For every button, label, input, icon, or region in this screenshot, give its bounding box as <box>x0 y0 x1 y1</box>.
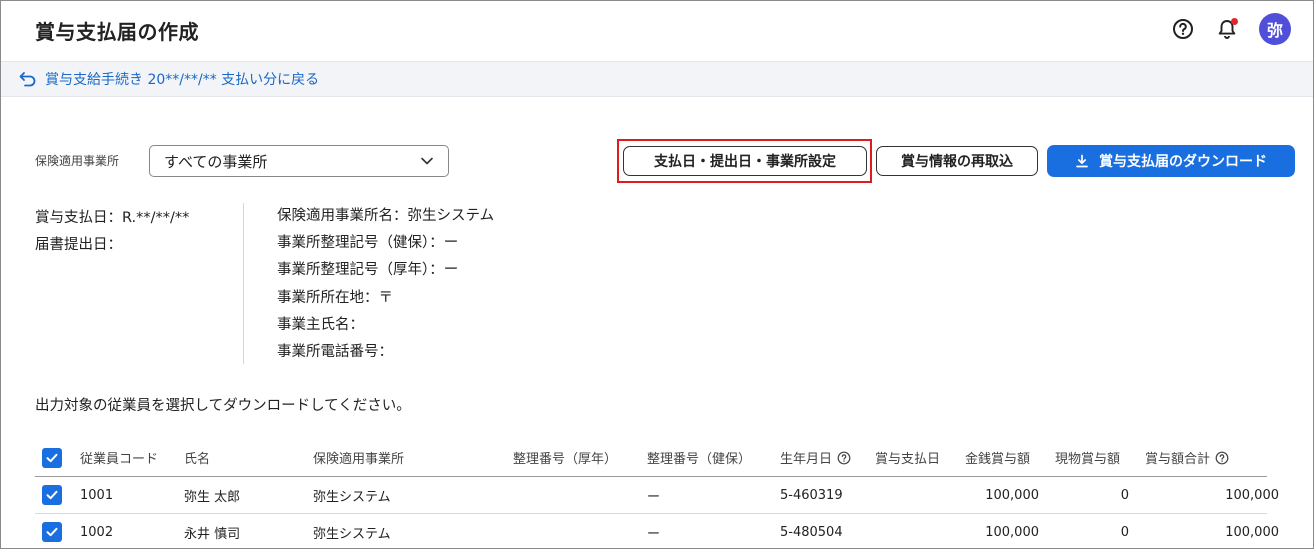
cell-health-no: ー <box>647 489 661 505</box>
help-icon[interactable] <box>837 451 851 465</box>
header-total[interactable]: 賞与額合計 <box>1145 439 1229 476</box>
check-icon <box>46 453 58 462</box>
header-office[interactable]: 保険適用事業所 <box>313 439 404 476</box>
notification-bell-icon[interactable] <box>1215 17 1239 41</box>
breadcrumb: 賞与支給手続き 20**/**/** 支払い分に戻る <box>1 61 1313 97</box>
help-icon[interactable] <box>1171 17 1195 41</box>
page-header: 賞与支払届の作成 弥 <box>1 1 1313 61</box>
cell-health-no: ー <box>647 526 661 542</box>
page-title: 賞与支払届の作成 <box>35 20 199 44</box>
header-health-no[interactable]: 整理番号（健保） <box>647 439 751 476</box>
office-health-code: 事業所整理記号（健保）：ー <box>277 235 459 252</box>
notification-dot <box>1231 18 1238 25</box>
cell-birth: 5-480504 <box>780 524 843 540</box>
header-total-label: 賞与額合計 <box>1145 452 1211 467</box>
cell-code: 1001 <box>80 487 114 503</box>
cell-goods: 0 <box>1120 487 1129 503</box>
cell-total: 100,000 <box>1225 524 1279 540</box>
back-link[interactable]: 賞与支給手続き 20**/**/** 支払い分に戻る <box>19 69 319 89</box>
office-select-value: すべての事業所 <box>164 152 268 171</box>
cell-office: 弥生システム <box>313 489 391 505</box>
cell-birth: 5-460319 <box>780 487 843 503</box>
reimport-button[interactable]: 賞与情報の再取込 <box>876 146 1038 176</box>
header-goods[interactable]: 現物賞与額 <box>1055 439 1120 476</box>
header-birth[interactable]: 生年月日 <box>780 439 851 476</box>
office-filter-label: 保険適用事業所 <box>35 154 120 168</box>
submission-date: 届書提出日： <box>35 237 122 253</box>
check-icon <box>46 527 58 537</box>
office-phone: 事業所電話番号： <box>277 344 393 361</box>
header-birth-label: 生年月日 <box>780 452 833 467</box>
cell-office: 弥生システム <box>313 526 391 542</box>
bonus-pay-date: 賞与支払日：R.**/**/** <box>35 210 190 226</box>
cell-cash: 100,000 <box>985 524 1039 540</box>
info-divider <box>243 203 244 364</box>
row-select-cell <box>42 514 62 548</box>
office-info: 保険適用事業所名：弥生システム 事業所整理記号（健保）：ー 事業所整理記号（厚年… <box>277 203 494 366</box>
office-address: 事業所所在地：〒 <box>277 289 393 306</box>
cell-total: 100,000 <box>1225 487 1279 503</box>
header-cash[interactable]: 金銭賞与額 <box>965 439 1030 476</box>
app-window: 賞与支払届の作成 弥 賞与支給手続き 20**/**/** 支払い分に戻る 保険… <box>0 0 1314 549</box>
cell-code: 1002 <box>80 524 114 540</box>
office-select[interactable]: すべての事業所 <box>149 145 449 177</box>
instruction-text: 出力対象の従業員を選択してダウンロードしてください。 <box>35 398 411 414</box>
avatar[interactable]: 弥 <box>1259 13 1291 45</box>
chevron-down-icon <box>421 157 433 165</box>
cell-name: 永井 慎司 <box>184 526 241 542</box>
owner-name: 事業主氏名： <box>277 316 364 333</box>
cell-name: 弥生 太郎 <box>184 489 241 505</box>
row-select-cell <box>42 477 62 513</box>
settings-button[interactable]: 支払日・提出日・事業所設定 <box>623 146 867 176</box>
employee-table: 従業員コード 氏名 保険適用事業所 整理番号（厚年） 整理番号（健保） 生年月日… <box>35 439 1279 548</box>
header-pay-date[interactable]: 賞与支払日 <box>875 439 940 476</box>
cell-cash: 100,000 <box>985 487 1039 503</box>
back-link-label: 賞与支給手続き 20**/**/** 支払い分に戻る <box>45 72 320 88</box>
office-name: 保険適用事業所名：弥生システム <box>277 208 495 224</box>
office-pension-code: 事業所整理記号（厚年）：ー <box>277 262 459 279</box>
header-code[interactable]: 従業員コード <box>80 439 158 476</box>
table-header-row: 従業員コード 氏名 保険適用事業所 整理番号（厚年） 整理番号（健保） 生年月日… <box>35 439 1267 477</box>
download-icon <box>1076 154 1088 168</box>
header-pension-no[interactable]: 整理番号（厚年） <box>513 439 617 476</box>
cell-goods: 0 <box>1120 524 1129 540</box>
header-actions: 弥 <box>1171 13 1291 45</box>
row-checkbox[interactable] <box>42 485 62 505</box>
dates-info: 賞与支払日：R.**/**/** 届書提出日： <box>35 205 189 259</box>
table-row[interactable]: 1001 弥生 太郎 弥生システム ー 5-460319 100,000 0 1… <box>35 477 1279 514</box>
check-icon <box>46 490 58 500</box>
row-checkbox[interactable] <box>42 522 62 542</box>
table-row[interactable]: 1002 永井 慎司 弥生システム ー 5-480504 100,000 0 1… <box>35 514 1279 548</box>
download-button-label: 賞与支払届のダウンロード <box>1099 154 1267 170</box>
select-all-checkbox[interactable] <box>42 447 62 468</box>
back-arrow-icon <box>19 72 36 87</box>
help-icon[interactable] <box>1215 451 1229 465</box>
header-name[interactable]: 氏名 <box>184 439 210 476</box>
download-button[interactable]: 賞与支払届のダウンロード <box>1047 145 1295 177</box>
select-all-cell <box>42 439 62 476</box>
